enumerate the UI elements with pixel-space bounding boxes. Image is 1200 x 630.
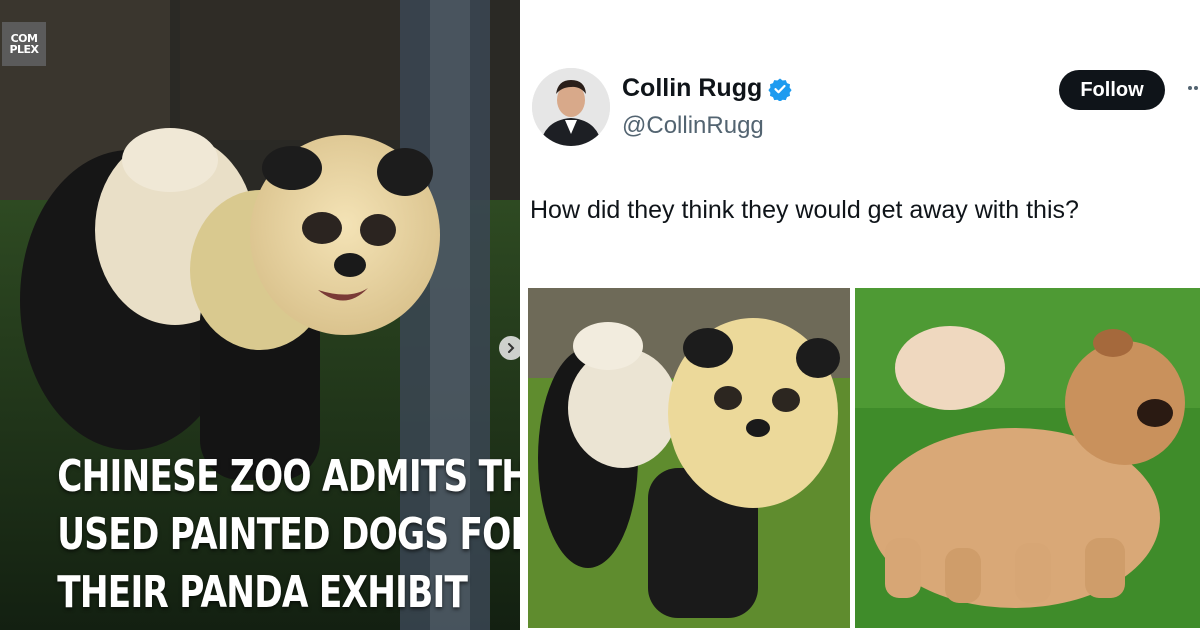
user-handle[interactable]: @CollinRugg — [622, 112, 764, 140]
complex-logo: COM PLEX — [2, 22, 46, 66]
tweet-media-chow-chow[interactable] — [855, 288, 1200, 628]
avatar[interactable] — [532, 68, 610, 146]
headline-line: CHINESE ZOO ADMITS THEY — [57, 451, 520, 502]
tweet-card: Collin Rugg @CollinRugg Follow How did t… — [520, 0, 1200, 630]
follow-button[interactable]: Follow — [1059, 70, 1165, 110]
tweet-media-painted-dog[interactable] — [528, 288, 850, 628]
chow-chow-image — [855, 288, 1200, 628]
headline-line: USED PAINTED DOGS FOR — [57, 509, 520, 560]
more-dots-glyph — [1188, 86, 1198, 90]
next-slide-button[interactable] — [499, 336, 520, 360]
tweet-text: How did they think they would get away w… — [530, 196, 1079, 224]
display-name[interactable]: Collin Rugg — [622, 74, 762, 103]
more-horizontal-icon[interactable] — [1186, 78, 1200, 98]
chevron-right-icon — [508, 343, 515, 353]
display-name-row: Collin Rugg — [622, 74, 792, 103]
headline: CHINESE ZOO ADMITS THEY USED PAINTED DOG… — [0, 448, 520, 622]
profile-photo — [532, 68, 610, 146]
news-thumbnail[interactable]: COM PLEX CHINESE ZOO ADMITS THEY USED PA… — [0, 0, 520, 630]
verified-badge-icon — [768, 78, 792, 101]
painted-dog-image — [528, 288, 850, 628]
headline-line: THEIR PANDA EXHIBIT — [57, 567, 468, 618]
